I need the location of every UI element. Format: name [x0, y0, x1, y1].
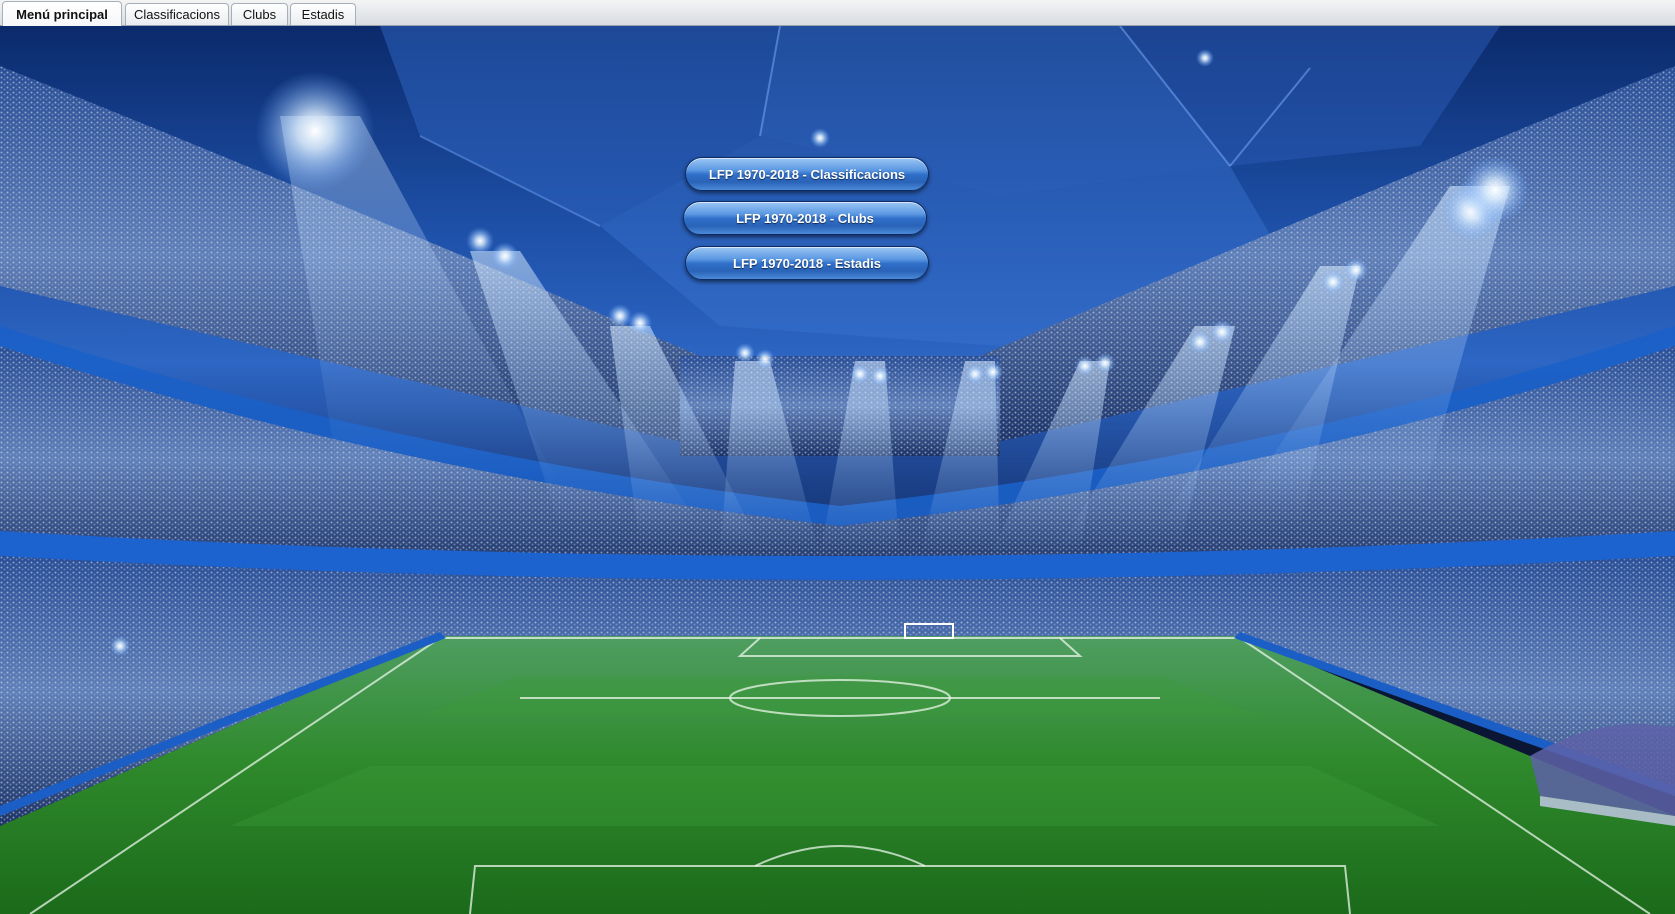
tab-classificacions[interactable]: Classificacions	[125, 3, 229, 25]
clubs-button[interactable]: LFP 1970-2018 - Clubs	[683, 201, 927, 235]
tab-menu-principal[interactable]: Menú principal	[2, 1, 122, 26]
stadium-background: LFP 1970-2018 - Classificacions LFP 1970…	[0, 26, 1675, 914]
tab-clubs[interactable]: Clubs	[231, 3, 288, 25]
classificacions-button[interactable]: LFP 1970-2018 - Classificacions	[685, 157, 929, 191]
estadis-button[interactable]: LFP 1970-2018 - Estadis	[685, 246, 929, 280]
tab-bar: Menú principal Classificacions Clubs Est…	[0, 0, 1675, 26]
tab-estadis[interactable]: Estadis	[290, 3, 356, 25]
